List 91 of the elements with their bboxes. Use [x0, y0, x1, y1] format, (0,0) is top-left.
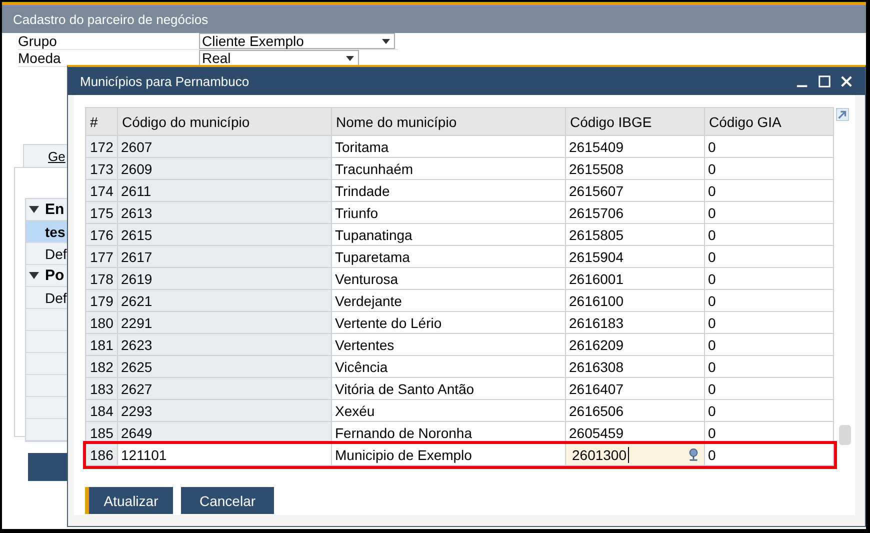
row-number[interactable]: 172: [86, 136, 118, 158]
table-cell: 2293: [118, 400, 332, 422]
collapse-arrow-icon[interactable]: [29, 206, 39, 214]
table-cell: Vertente do Lério: [332, 312, 566, 334]
column-header[interactable]: Código GIA: [704, 108, 834, 136]
table-cell: 2617: [118, 246, 332, 268]
table-cell: 0: [704, 268, 834, 290]
row-number[interactable]: 178: [86, 268, 118, 290]
table-cell: Tuparetama: [332, 246, 566, 268]
table-cell: 2616407: [566, 378, 704, 400]
table-cell: 0: [704, 334, 834, 356]
table-cell: 2615904: [566, 246, 704, 268]
row-number[interactable]: 182: [86, 356, 118, 378]
row-number[interactable]: 184: [86, 400, 118, 422]
caret-icon: [346, 56, 354, 60]
maximize-icon[interactable]: [818, 74, 831, 88]
table-cell: 2613: [118, 202, 332, 224]
close-icon[interactable]: [840, 74, 853, 88]
row-number[interactable]: 177: [86, 246, 118, 268]
column-header[interactable]: Código do município: [118, 108, 332, 136]
table-cell: 0: [704, 290, 834, 312]
table-cell: 2621: [118, 290, 332, 312]
table-cell: 2615607: [566, 180, 704, 202]
table-cell: Vertentes: [332, 334, 566, 356]
table-cell: Vitória de Santo Antão: [332, 378, 566, 400]
table-cell: Trindade: [332, 180, 566, 202]
table-cell: 2627: [118, 378, 332, 400]
table-cell: Vicência: [332, 356, 566, 378]
row-number[interactable]: 176: [86, 224, 118, 246]
scrollbar-thumb[interactable]: [839, 425, 851, 445]
row-number[interactable]: 181: [86, 334, 118, 356]
table-cell: 0: [704, 246, 834, 268]
column-header[interactable]: Código IBGE: [566, 108, 704, 136]
table-cell: Tracunhaém: [332, 158, 566, 180]
table-cell: 2615508: [566, 158, 704, 180]
table-cell: 0: [704, 180, 834, 202]
row-number[interactable]: 173: [86, 158, 118, 180]
table-cell: 0: [704, 400, 834, 422]
table-cell: 2611: [118, 180, 332, 202]
table-cell: 2616506: [566, 400, 704, 422]
table-cell: Municipio de Exemplo: [332, 444, 566, 466]
row-number[interactable]: 179: [86, 290, 118, 312]
table-cell: 2625: [118, 356, 332, 378]
update-button[interactable]: Atualizar: [85, 487, 173, 514]
dropdown-field[interactable]: Cliente Exemplo: [199, 33, 395, 49]
table-cell: 121101: [118, 444, 332, 466]
row-number[interactable]: 175: [86, 202, 118, 224]
table-cell: 0: [704, 444, 834, 466]
table-cell: Triunfo: [332, 202, 566, 224]
dialog-title: Municípios para Pernambuco: [80, 74, 250, 88]
table-cell: 2623: [118, 334, 332, 356]
table-cell: 0: [704, 312, 834, 334]
table-cell: Venturosa: [332, 268, 566, 290]
table-cell: 2616308: [566, 356, 704, 378]
cancel-button[interactable]: Cancelar: [181, 487, 274, 514]
row-number[interactable]: 186: [86, 444, 118, 466]
table-cell: 0: [704, 356, 834, 378]
table-cell: 2609: [118, 158, 332, 180]
column-header[interactable]: #: [86, 108, 118, 136]
table-cell: 2607: [118, 136, 332, 158]
table-cell: Tupanatinga: [332, 224, 566, 246]
table-cell: Toritama: [332, 136, 566, 158]
table-cell: Xexéu: [332, 400, 566, 422]
table-cell: 2616183: [566, 312, 704, 334]
table-cell: Verdejante: [332, 290, 566, 312]
table-cell: 2616001: [566, 268, 704, 290]
table-cell: 0: [704, 378, 834, 400]
table-cell: 2615409: [566, 136, 704, 158]
table-cell: 0: [704, 224, 834, 246]
table-cell: 2291: [118, 312, 332, 334]
field-label: Moeda: [18, 50, 62, 66]
table-cell: 2615805: [566, 224, 704, 246]
row-number[interactable]: 183: [86, 378, 118, 400]
table-cell: 0: [704, 136, 834, 158]
row-number[interactable]: 174: [86, 180, 118, 202]
table-cell: 2615706: [566, 202, 704, 224]
table-cell: 0: [704, 158, 834, 180]
expand-icon[interactable]: [836, 108, 849, 121]
lookup-icon[interactable]: [687, 448, 700, 461]
dropdown-field[interactable]: Real: [199, 50, 359, 66]
row-number[interactable]: 180: [86, 312, 118, 334]
field-label: Grupo: [18, 33, 58, 49]
table-cell: 2616100: [566, 290, 704, 312]
column-header[interactable]: Nome do município: [332, 108, 566, 136]
table-cell: 2615: [118, 224, 332, 246]
table-cell: 2619: [118, 268, 332, 290]
caret-icon: [382, 38, 390, 44]
window-title: Cadastro do parceiro de negócios: [13, 12, 208, 26]
table-cell: 2616209: [566, 334, 704, 356]
table-cell: 0: [704, 202, 834, 224]
collapse-arrow-icon[interactable]: [29, 272, 39, 280]
